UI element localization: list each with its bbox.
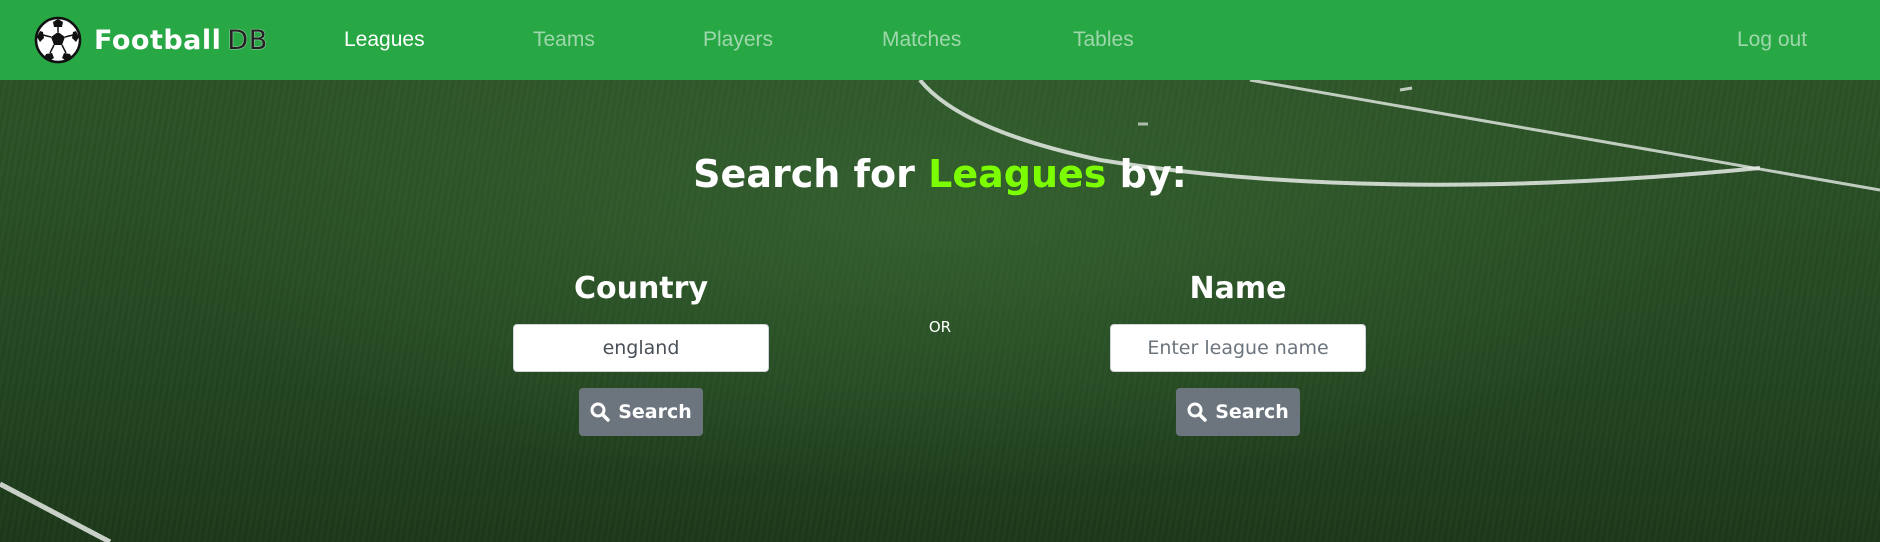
country-search-label: Search bbox=[618, 401, 692, 423]
or-separator: OR bbox=[928, 318, 952, 336]
nav-matches[interactable]: Matches bbox=[882, 28, 961, 52]
page-title: Search for Leagues by: bbox=[0, 152, 1880, 196]
country-search-panel: Country Search bbox=[513, 264, 769, 436]
brand-suffix: DB bbox=[227, 24, 268, 56]
nav-leagues[interactable]: Leagues bbox=[344, 28, 425, 52]
logout-link[interactable]: Log out bbox=[1737, 28, 1807, 52]
name-search-button[interactable]: Search bbox=[1176, 388, 1300, 436]
country-input[interactable] bbox=[513, 324, 769, 372]
title-prefix: Search for bbox=[693, 152, 915, 196]
title-accent: Leagues bbox=[928, 152, 1107, 196]
country-title: Country bbox=[573, 271, 709, 306]
name-search-label: Search bbox=[1215, 401, 1289, 423]
brand-name-text: Football bbox=[94, 24, 222, 56]
country-search-button[interactable]: Search bbox=[579, 388, 703, 436]
brand-name: Football DB bbox=[94, 25, 268, 56]
name-search-panel: Name Search bbox=[1110, 264, 1366, 436]
league-name-input[interactable] bbox=[1110, 324, 1366, 372]
nav-tables[interactable]: Tables bbox=[1073, 28, 1134, 52]
brand-logo[interactable]: Football DB bbox=[32, 16, 268, 64]
search-icon bbox=[1187, 402, 1207, 422]
search-icon bbox=[590, 402, 610, 422]
nav-teams[interactable]: Teams bbox=[533, 28, 595, 52]
top-navbar: Football DB Leagues Teams Players Matches… bbox=[0, 0, 1880, 80]
football-field-background bbox=[0, 0, 1880, 542]
name-title: Name bbox=[1189, 271, 1287, 306]
title-suffix: by: bbox=[1119, 152, 1187, 196]
soccer-ball-icon bbox=[34, 16, 82, 64]
pitch-lines bbox=[0, 78, 1880, 542]
nav-players[interactable]: Players bbox=[703, 28, 773, 52]
